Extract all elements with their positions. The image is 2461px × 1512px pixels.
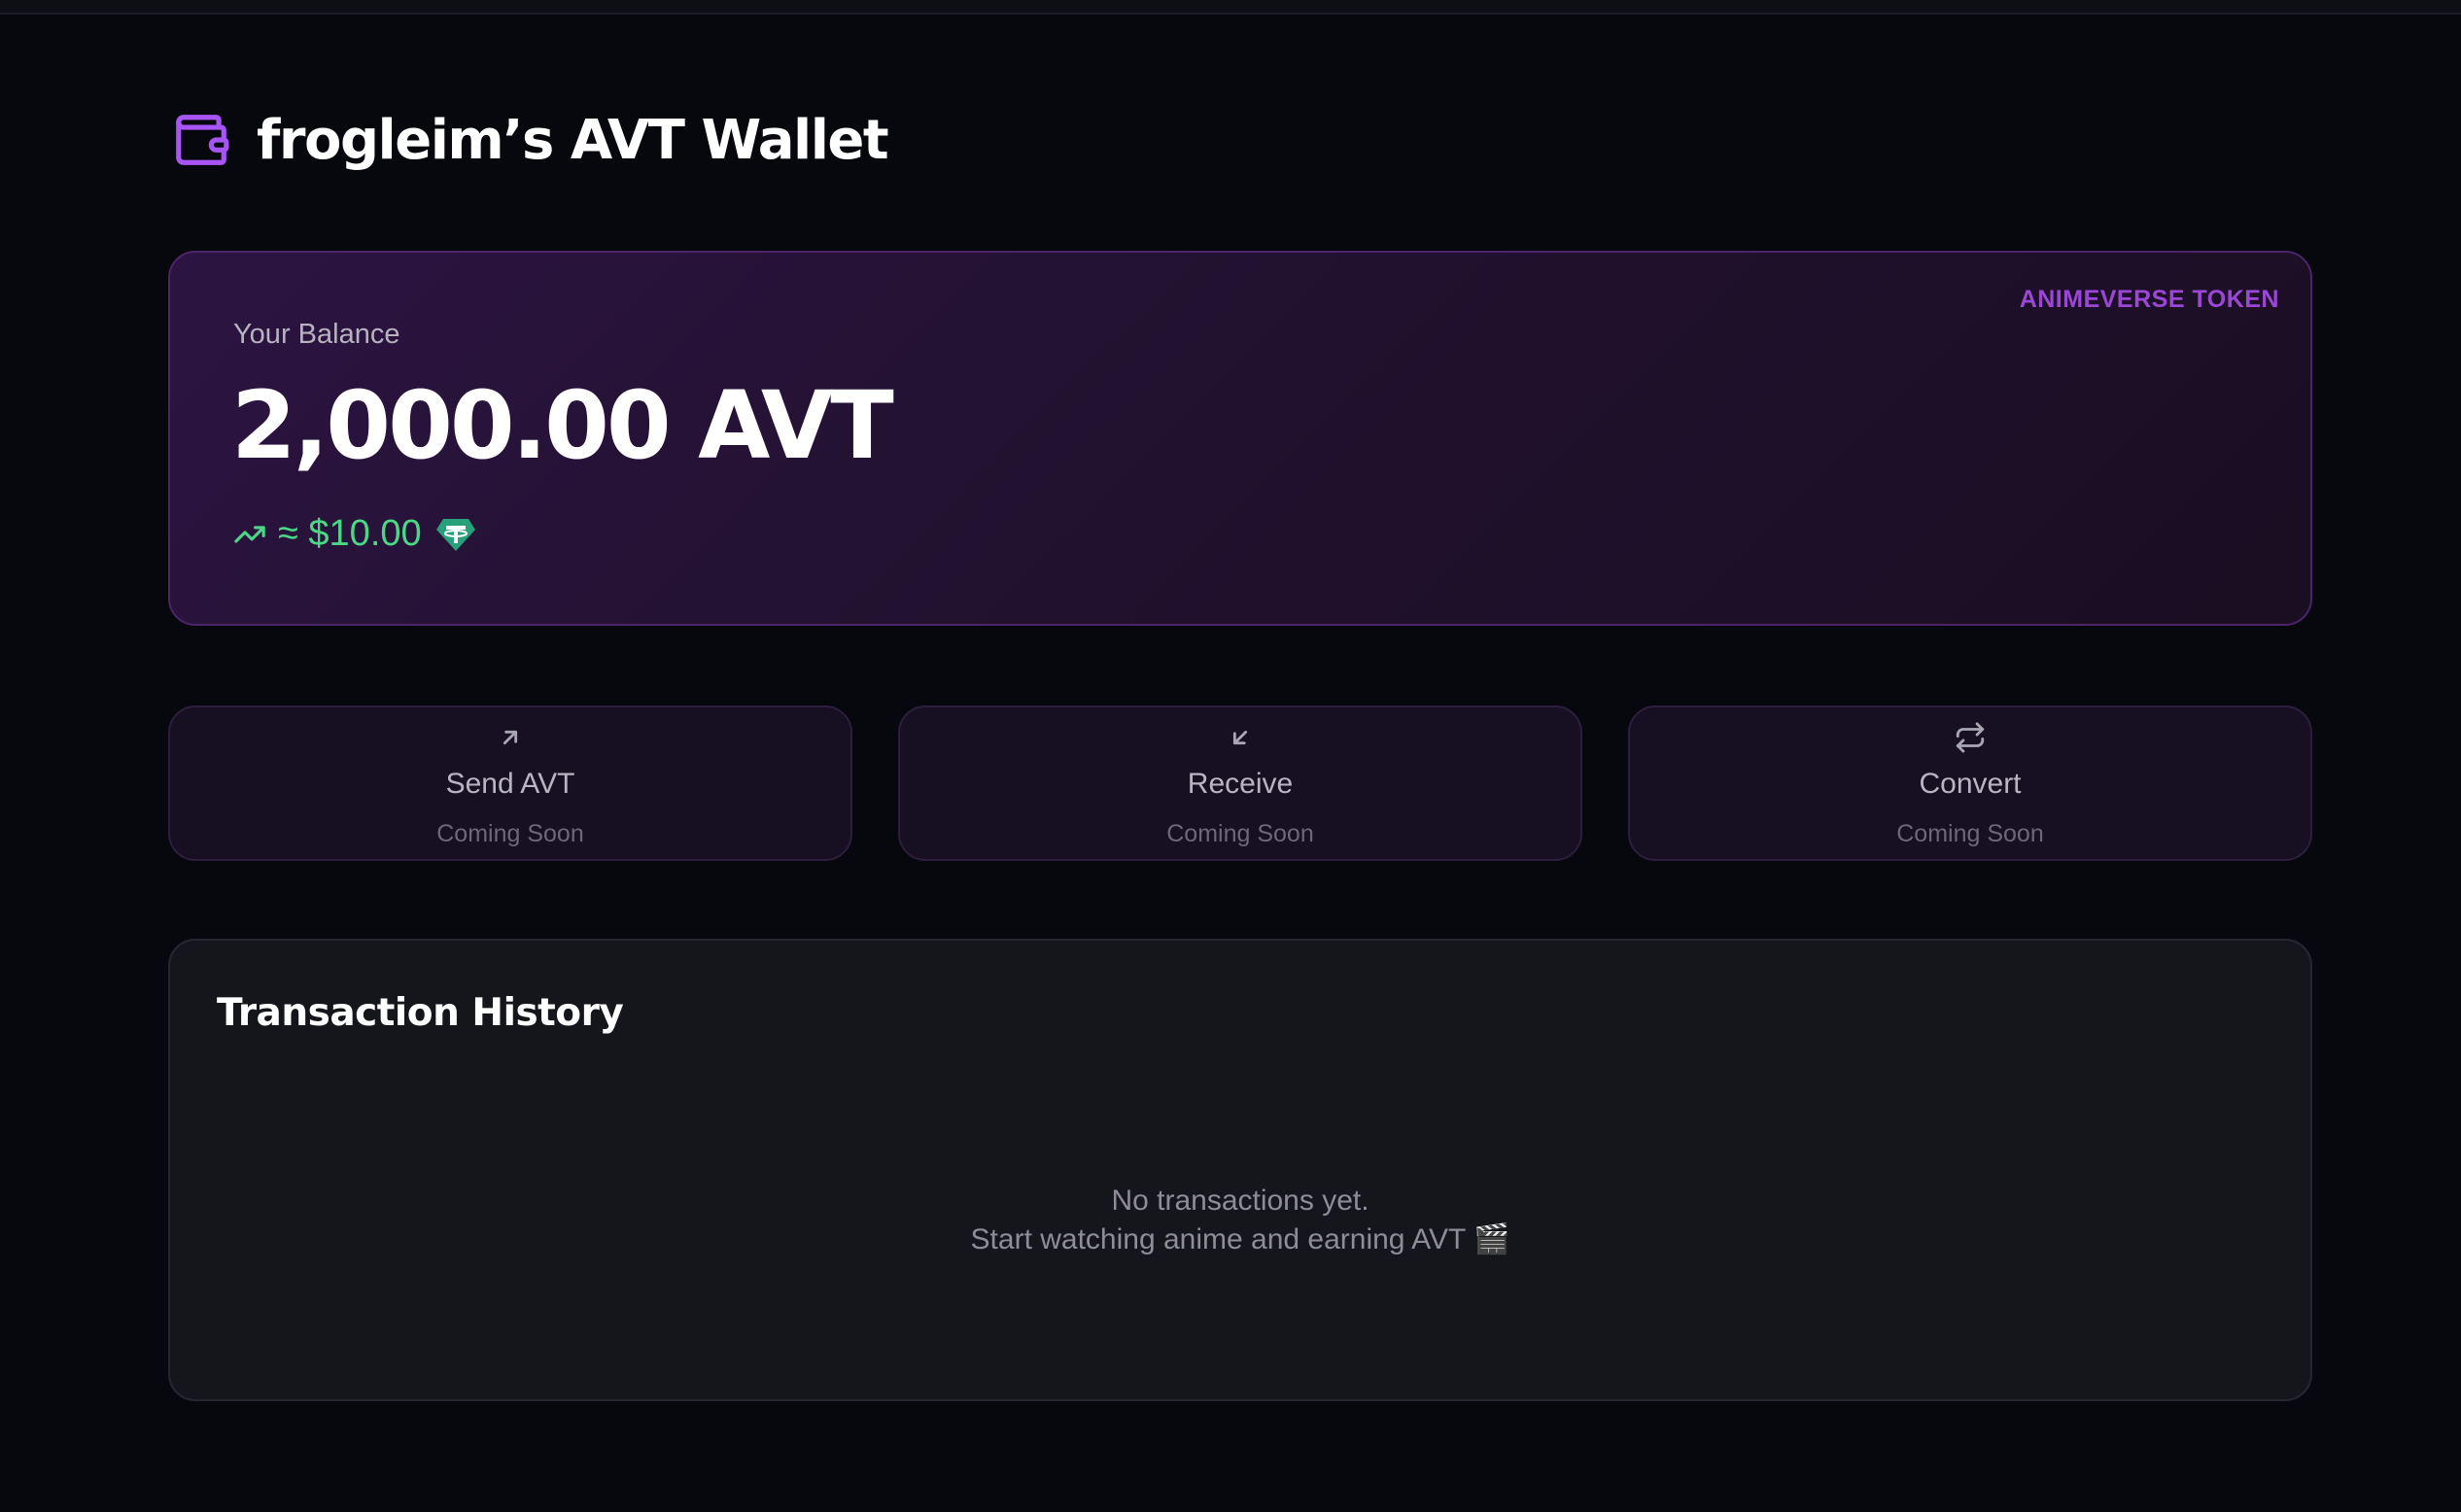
receive-label: Receive (1187, 768, 1294, 800)
top-bar (0, 0, 2461, 15)
action-buttons: Send AVT Coming Soon Receive Coming Soon… (168, 705, 2312, 861)
arrow-up-right-icon (494, 721, 527, 754)
transaction-history-card: Transaction History No transactions yet.… (168, 939, 2312, 1401)
receive-status: Coming Soon (1166, 820, 1314, 847)
balance-amount: 2,000.00 AVT (231, 371, 894, 480)
usd-value-row: ≈ $10.00 (233, 513, 476, 555)
send-avt-button[interactable]: Send AVT Coming Soon (168, 705, 852, 861)
empty-state-line-2: Start watching anime and earning AVT 🎬 (970, 1223, 1510, 1255)
empty-state-line-1: No transactions yet. (1111, 1185, 1369, 1217)
repeat-icon (1954, 721, 1987, 754)
balance-label: Your Balance (233, 319, 400, 350)
transaction-history-title: Transaction History (217, 991, 624, 1035)
usd-value: ≈ $10.00 (278, 513, 422, 554)
send-avt-status: Coming Soon (436, 820, 584, 847)
trending-up-icon (233, 518, 266, 551)
wallet-icon (171, 110, 231, 170)
convert-status: Coming Soon (1896, 820, 2044, 847)
balance-card: ANIMEVERSE TOKEN Your Balance 2,000.00 A… (168, 251, 2312, 626)
token-tag: ANIMEVERSE TOKEN (2019, 286, 2279, 313)
tether-icon (435, 516, 476, 553)
convert-button[interactable]: Convert Coming Soon (1628, 705, 2312, 861)
arrow-down-left-icon (1224, 721, 1257, 754)
send-avt-label: Send AVT (445, 768, 575, 800)
page-header: frogleim’s AVT Wallet (171, 101, 889, 179)
convert-label: Convert (1919, 768, 2022, 800)
receive-button[interactable]: Receive Coming Soon (898, 705, 1582, 861)
page-title: frogleim’s AVT Wallet (257, 108, 889, 172)
empty-state: No transactions yet. Start watching anim… (170, 1182, 2310, 1259)
